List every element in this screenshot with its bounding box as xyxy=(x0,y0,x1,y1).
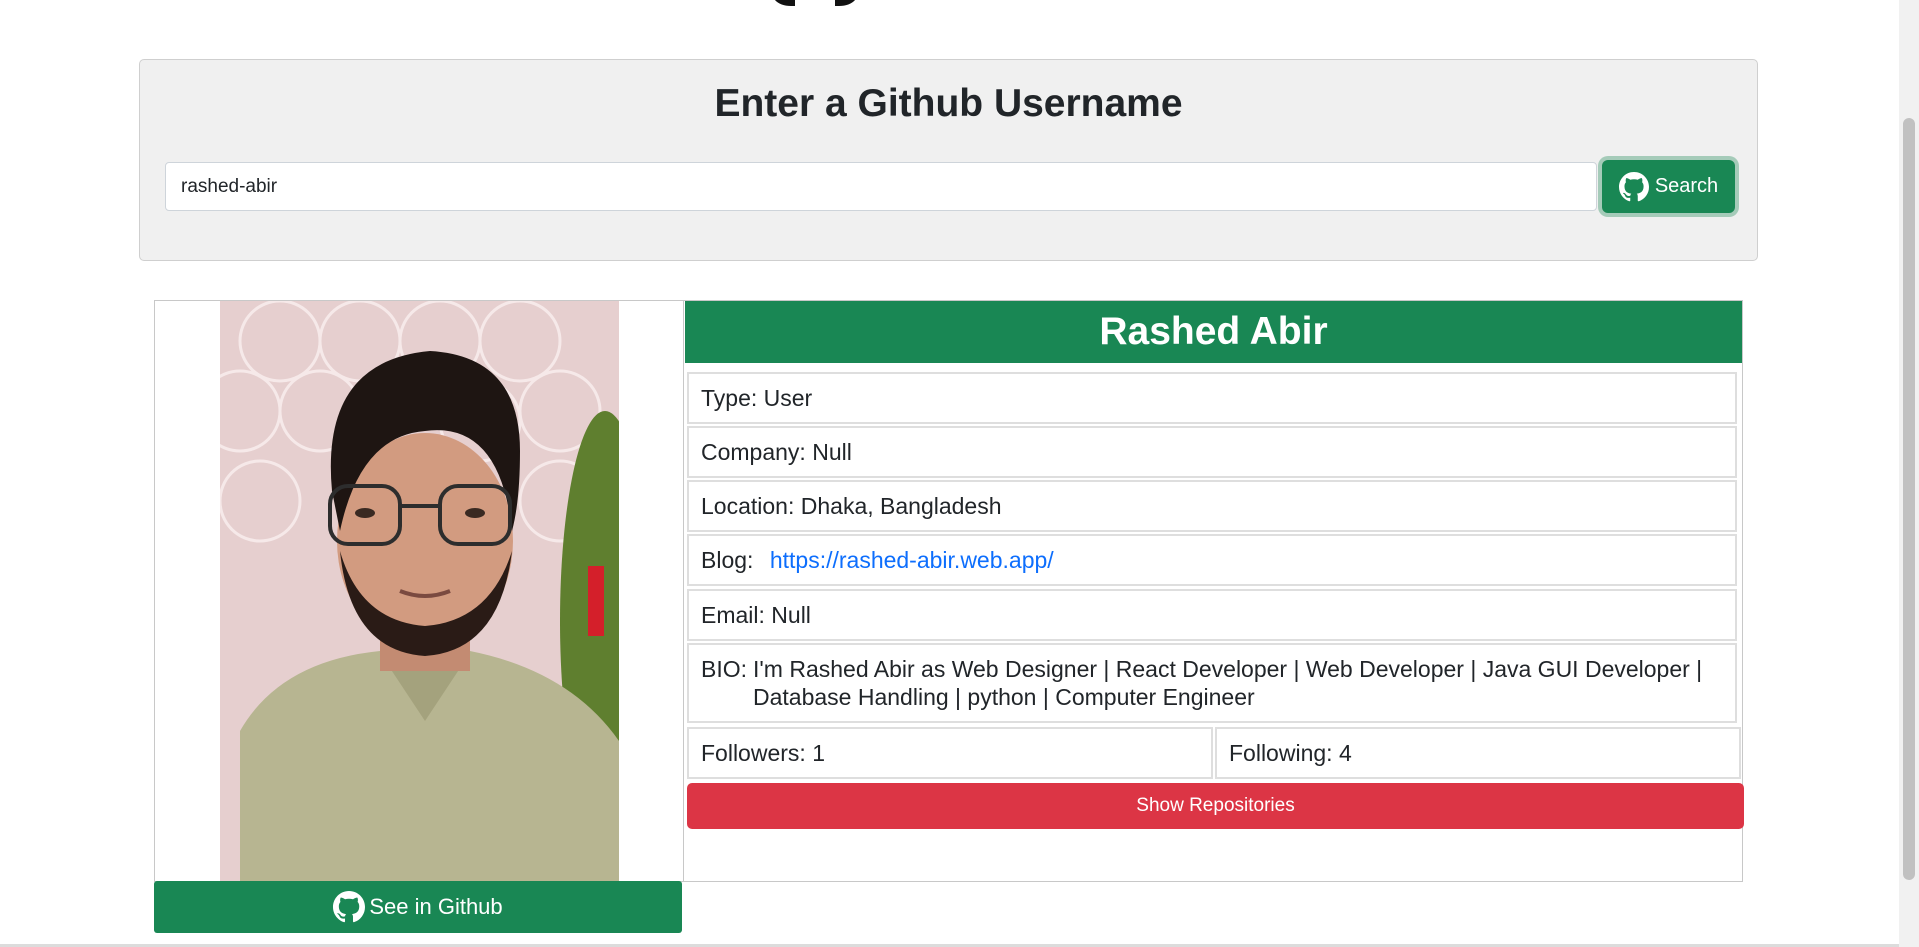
bio-value: I'm Rashed Abir as Web Designer | React … xyxy=(753,656,1703,710)
see-in-github-label: See in Github xyxy=(369,894,503,919)
email-row: Email: Null xyxy=(687,589,1737,641)
email-value: Null xyxy=(771,602,811,628)
type-value: User xyxy=(763,385,813,411)
github-icon xyxy=(333,891,366,923)
username-input[interactable] xyxy=(165,162,1597,211)
blog-label: Blog: xyxy=(701,547,754,573)
following-value: 4 xyxy=(1338,740,1352,766)
type-row: Type: User xyxy=(687,372,1737,424)
avatar xyxy=(220,301,619,881)
blog-row: Blog: https://rashed-abir.web.app/ xyxy=(687,534,1737,586)
email-label: Email: xyxy=(701,602,765,628)
app-logo-icon xyxy=(775,0,855,6)
photo-column xyxy=(155,301,684,881)
followers-cell: Followers: 1 xyxy=(687,727,1213,779)
profile-card: Rashed Abir Type: User Company: Null Loc… xyxy=(154,300,1744,882)
followers-value: 1 xyxy=(812,740,825,766)
search-title: Enter a Github Username xyxy=(714,82,1183,125)
followers-label: Followers: xyxy=(701,740,806,766)
following-cell: Following: 4 xyxy=(1215,727,1741,779)
type-label: Type: xyxy=(701,385,758,411)
bio-row: BIO: I'm Rashed Abir as Web Designer | R… xyxy=(687,643,1737,723)
following-label: Following: xyxy=(1229,740,1333,766)
github-icon xyxy=(1618,171,1649,201)
page-scrollbar[interactable] xyxy=(1899,0,1919,947)
location-value: Dhaka, Bangladesh xyxy=(800,493,1002,519)
search-panel: Enter a Github Username Search xyxy=(139,59,1758,261)
location-label: Location: xyxy=(701,493,795,519)
company-row: Company: Null xyxy=(687,426,1737,478)
location-row: Location: Dhaka, Bangladesh xyxy=(687,480,1737,532)
company-value: Null xyxy=(812,439,852,465)
search-button[interactable]: Search xyxy=(1602,160,1735,213)
company-label: Company: xyxy=(701,439,806,465)
bio-label: BIO: xyxy=(701,656,748,682)
blog-link[interactable]: https://rashed-abir.web.app/ xyxy=(770,547,1054,573)
show-repositories-button[interactable]: Show Repositories xyxy=(687,783,1744,829)
scrollbar-thumb[interactable] xyxy=(1903,118,1915,880)
search-button-label: Search xyxy=(1654,175,1719,197)
see-in-github-button[interactable]: See in Github xyxy=(154,881,682,933)
profile-name: Rashed Abir xyxy=(685,301,1742,363)
